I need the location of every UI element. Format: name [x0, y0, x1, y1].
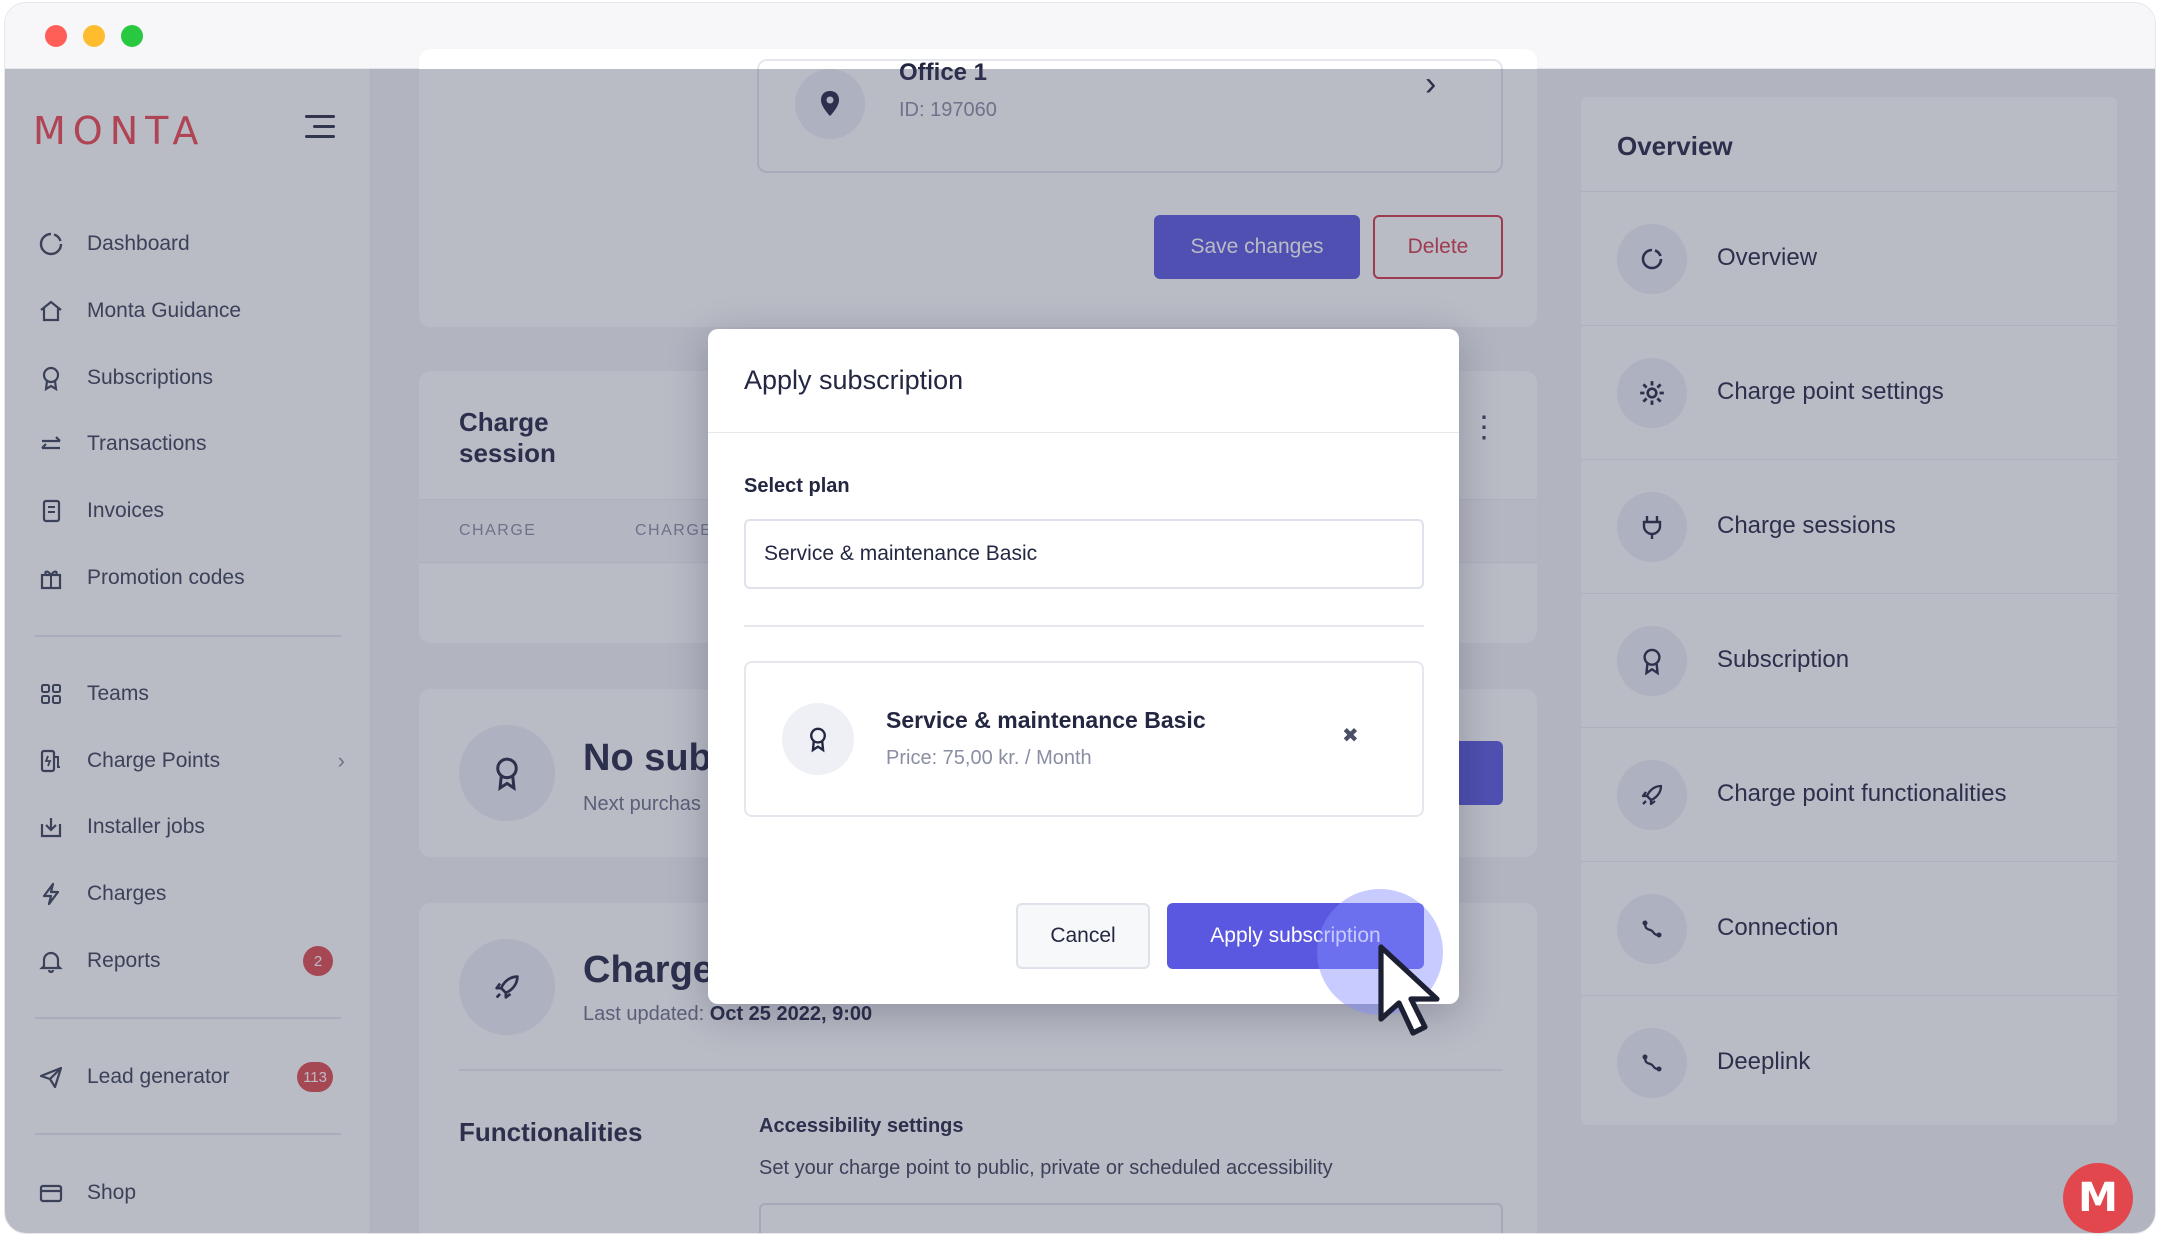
award-icon	[782, 703, 854, 775]
plan-select-value: Service & maintenance Basic	[764, 542, 1038, 565]
chat-launcher-button[interactable]: M	[2063, 1163, 2133, 1233]
close-window-button[interactable]	[45, 25, 67, 47]
select-plan-label: Select plan	[744, 475, 850, 497]
browser-window: MONTA Dashboard Monta Guidance Subscript…	[4, 2, 2156, 1234]
plan-price: Price: 75,00 kr. / Month	[886, 747, 1092, 769]
modal-divider	[744, 625, 1424, 627]
maximize-window-button[interactable]	[121, 25, 143, 47]
mouse-pointer-icon	[1378, 944, 1440, 1036]
modal-title: Apply subscription	[744, 365, 964, 395]
modal-header: Apply subscription	[708, 329, 1459, 433]
remove-plan-icon[interactable]: ✖	[1342, 723, 1359, 748]
plan-name: Service & maintenance Basic	[886, 707, 1206, 733]
minimize-window-button[interactable]	[83, 25, 105, 47]
plan-select[interactable]: Service & maintenance Basic	[744, 519, 1424, 589]
selected-plan-card: Service & maintenance Basic Price: 75,00…	[744, 661, 1424, 817]
cancel-button[interactable]: Cancel	[1016, 903, 1150, 969]
